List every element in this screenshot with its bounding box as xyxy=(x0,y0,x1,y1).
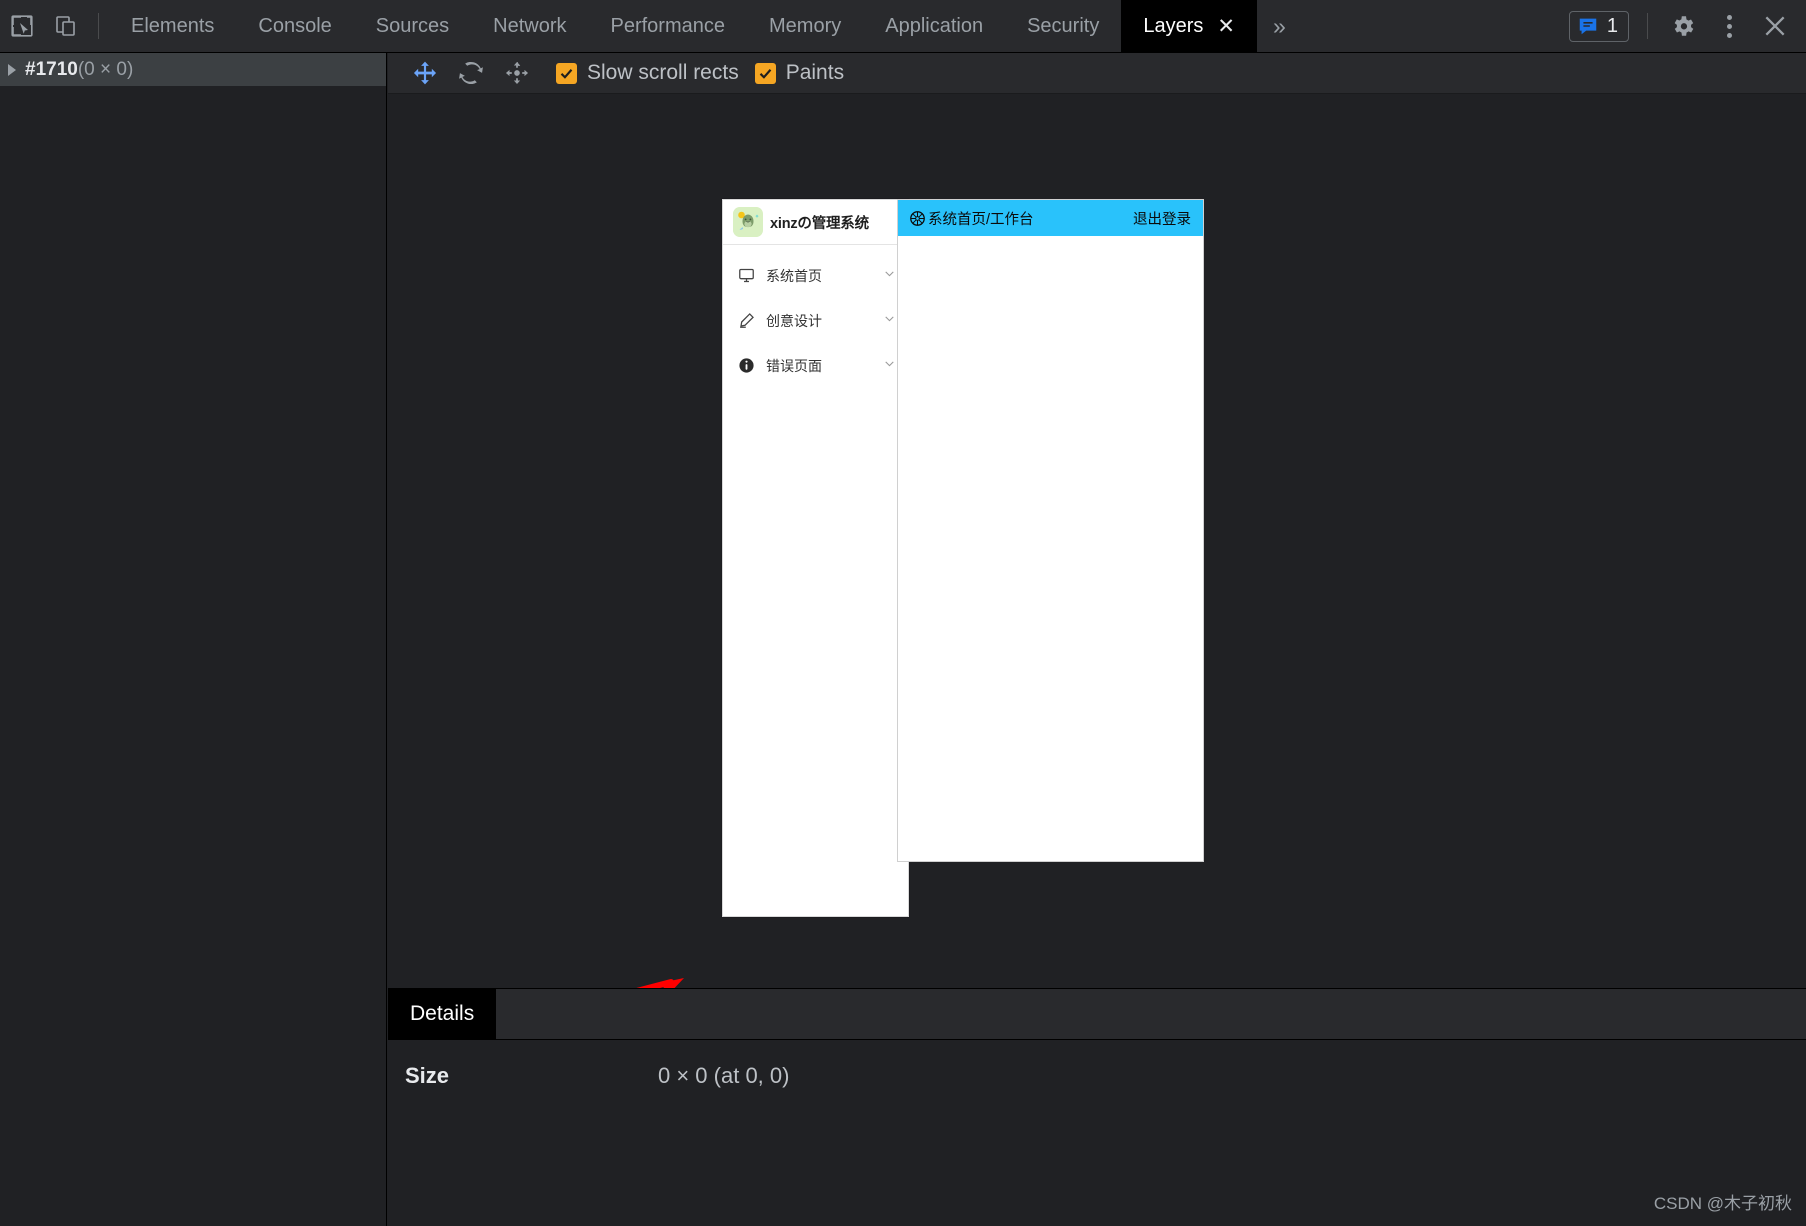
chevron-down-icon[interactable] xyxy=(883,267,896,285)
details-body: Size 0 × 0 (at 0, 0) xyxy=(388,1040,1806,1094)
sidebar-item-home[interactable]: 系统首页 xyxy=(723,253,908,298)
layer-tree-item[interactable]: #1710 (0 × 0) xyxy=(0,53,386,86)
tab-performance[interactable]: Performance xyxy=(589,0,748,53)
details-tab-label: Details xyxy=(410,1002,475,1025)
sidebar-item-label: 系统首页 xyxy=(766,267,822,284)
gear-icon[interactable] xyxy=(1660,3,1706,49)
page-main-layer[interactable]: 系统首页/工作台 退出登录 xyxy=(897,199,1204,862)
tab-layers[interactable]: Layers ✕ xyxy=(1121,0,1257,53)
dinosaur-avatar-logo xyxy=(733,207,763,237)
main-header-title: 系统首页/工作台 xyxy=(928,211,1034,228)
chevron-down-icon[interactable] xyxy=(883,312,896,330)
toolbar-divider xyxy=(1647,13,1648,39)
issues-count: 1 xyxy=(1606,14,1618,37)
tab-memory[interactable]: Memory xyxy=(747,0,863,53)
sidebar-menu: 系统首页 创意设计 错误页面 xyxy=(723,245,908,388)
inspect-element-icon[interactable] xyxy=(0,4,44,48)
devtools-tabbar: Elements Console Sources Network Perform… xyxy=(0,0,1806,53)
layers-tree-pane: #1710 (0 × 0) xyxy=(0,53,387,1226)
close-icon[interactable]: ✕ xyxy=(1217,16,1235,37)
issues-message-icon xyxy=(1579,18,1597,35)
sidebar-title: xinzの管理系统 xyxy=(770,215,869,232)
layers-toolbar: Slow scroll rects Paints xyxy=(388,53,1806,94)
monitor-icon xyxy=(737,266,756,285)
details-tabbar: Details xyxy=(388,989,1806,1040)
checkbox-checked-icon xyxy=(754,62,776,84)
paints-checkbox[interactable]: Paints xyxy=(754,61,845,85)
tab-details[interactable]: Details xyxy=(388,989,497,1039)
checkbox-label: Paints xyxy=(785,61,845,84)
toolbar-divider xyxy=(98,13,99,39)
main-header-bar: 系统首页/工作台 退出登录 xyxy=(898,200,1203,236)
details-pane: Details Size 0 × 0 (at 0, 0) xyxy=(388,988,1806,1226)
sidebar-item-label: 创意设计 xyxy=(766,312,822,329)
devtools-window: Elements Console Sources Network Perform… xyxy=(0,0,1806,1226)
info-circle-icon xyxy=(737,356,756,375)
pencil-icon xyxy=(737,311,756,330)
sidebar-header: xinzの管理系统 xyxy=(723,200,908,245)
wheel-icon xyxy=(909,210,926,227)
logout-button[interactable]: 退出登录 xyxy=(1133,208,1191,229)
tab-label: Layers xyxy=(1143,14,1204,37)
tab-network[interactable]: Network xyxy=(471,0,588,53)
details-row-size: Size 0 × 0 (at 0, 0) xyxy=(388,1058,1806,1094)
tab-label: Elements xyxy=(131,14,215,37)
tabbar-right-actions: 1 xyxy=(1568,3,1806,49)
tab-security[interactable]: Security xyxy=(1005,0,1121,53)
more-tabs-icon[interactable]: » xyxy=(1257,0,1302,53)
issues-badge[interactable]: 1 xyxy=(1568,10,1629,42)
tab-label: Sources xyxy=(375,14,450,37)
slow-scroll-rects-checkbox[interactable]: Slow scroll rects xyxy=(556,61,739,85)
rotate-tool-icon[interactable] xyxy=(448,55,494,91)
layer-dimensions: (0 × 0) xyxy=(77,58,134,80)
device-toolbar-icon[interactable] xyxy=(44,4,88,48)
tab-label: Security xyxy=(1027,14,1100,37)
pan-tool-icon[interactable] xyxy=(402,55,448,91)
watermark: CSDN @木子初秋 xyxy=(1653,1194,1792,1213)
tab-sources[interactable]: Sources xyxy=(354,0,471,53)
sidebar-item-design[interactable]: 创意设计 xyxy=(723,298,908,343)
layer-id: #1710 xyxy=(25,58,78,80)
tab-label: Application xyxy=(885,14,984,37)
details-key: Size xyxy=(405,1063,450,1088)
tab-application[interactable]: Application xyxy=(863,0,1005,53)
expand-triangle-icon[interactable] xyxy=(8,63,16,76)
sidebar-item-label: 错误页面 xyxy=(766,357,822,374)
tab-label: Console xyxy=(258,14,332,37)
reset-transform-icon[interactable] xyxy=(494,55,540,91)
more-options-icon[interactable] xyxy=(1706,3,1752,49)
page-sidebar-layer[interactable]: xinzの管理系统 系统首页 创意设计 错误页面 xyxy=(722,199,909,917)
annotation-arrow xyxy=(636,978,684,988)
close-devtools-icon[interactable] xyxy=(1752,3,1798,49)
tab-label: Memory xyxy=(769,14,842,37)
tab-elements[interactable]: Elements xyxy=(109,0,236,53)
tab-label: Network xyxy=(493,14,567,37)
details-value: 0 × 0 (at 0, 0) xyxy=(658,1063,790,1088)
tab-label: Performance xyxy=(610,14,726,37)
checkbox-label: Slow scroll rects xyxy=(587,61,739,84)
sidebar-item-error[interactable]: 错误页面 xyxy=(723,343,908,388)
tab-console[interactable]: Console xyxy=(236,0,353,53)
checkbox-checked-icon xyxy=(556,62,577,84)
chevron-down-icon[interactable] xyxy=(883,357,896,375)
layers-3d-canvas[interactable]: xinzの管理系统 系统首页 创意设计 错误页面 系统首页/工作台 退出登录 xyxy=(388,94,1806,988)
